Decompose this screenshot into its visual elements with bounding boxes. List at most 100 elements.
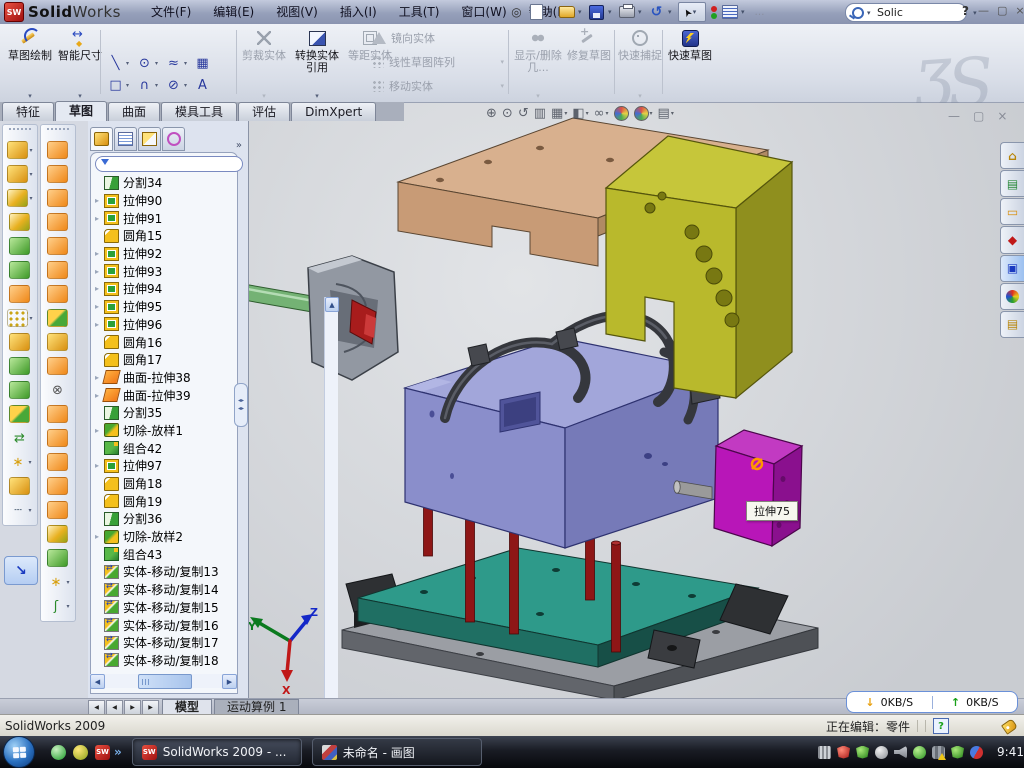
task-pane-tab-appearances-scenes[interactable] [1000, 283, 1024, 310]
apply-scene-button[interactable]: ▾ [634, 106, 653, 121]
tree-item[interactable]: ▸拉伸95 [92, 298, 232, 316]
move-copy-body-icon[interactable]: ⇄ [10, 430, 29, 446]
circle-tool[interactable]: ⊙ [135, 54, 154, 73]
tree-item[interactable]: ▸切除-放样1 [92, 422, 232, 440]
expand-arrow[interactable]: ▸ [95, 249, 104, 258]
draft-icon[interactable] [9, 381, 30, 399]
tree-item[interactable]: 分割36 [92, 510, 232, 528]
tab-特征[interactable]: 特征 [2, 102, 54, 121]
model-tab-运动算例 1[interactable]: 运动算例 1 [214, 699, 299, 715]
pattern-caret[interactable]: ▾ [500, 58, 504, 66]
tree-item[interactable]: ▸拉伸93 [92, 262, 232, 280]
surface-flatten-icon[interactable] [47, 309, 68, 327]
thicken-icon[interactable] [47, 501, 68, 519]
pin-icon[interactable]: ◎ [508, 4, 525, 21]
tree-item[interactable]: 实体-移动/复制16 [92, 616, 232, 634]
revolved-boss-base-icon[interactable] [7, 165, 28, 183]
dropdown-caret[interactable]: ▾ [155, 60, 163, 67]
tree-item[interactable]: ▸拉伸90 [92, 192, 232, 210]
expand-arrow[interactable]: ▸ [95, 461, 104, 470]
task-pane-tab-file-explorer[interactable] [1000, 198, 1024, 225]
delete-face-icon[interactable]: ⊗ [48, 382, 67, 398]
quick-snaps-button[interactable]: 快速捕捉▾ [618, 26, 662, 100]
extend-surface-icon[interactable] [47, 453, 68, 471]
task-pane-tab-solidworks-search[interactable] [1000, 226, 1024, 253]
doc-minimize-button[interactable]: — [948, 109, 960, 123]
mirror-feature-icon[interactable] [9, 477, 30, 495]
dome-icon[interactable] [47, 549, 68, 567]
tree-item[interactable]: 实体-移动/复制13 [92, 563, 232, 581]
boundary-surface-icon[interactable] [47, 213, 68, 231]
dropdown-caret[interactable]: ▾ [184, 82, 192, 89]
tree-item[interactable]: ▸拉伸91 [92, 209, 232, 227]
chamfer-icon[interactable] [9, 213, 30, 231]
tray-network-warning-icon[interactable] [932, 746, 945, 759]
tray-security-red-icon[interactable] [837, 746, 850, 759]
horizontal-scroll-thumb[interactable] [138, 674, 192, 689]
wrap-icon[interactable] [9, 405, 30, 423]
undo-caret[interactable]: ▾ [668, 8, 675, 16]
tab-scroll-next-button[interactable]: ▶ [124, 700, 141, 715]
sketch-button[interactable]: 草图绘制▾ [6, 26, 54, 100]
quick-tips-button[interactable]: ? [933, 718, 949, 734]
search-box[interactable]: ▾ Solic [845, 3, 967, 22]
ruled-surface-icon[interactable] [47, 189, 68, 207]
rectangle-tool[interactable]: □ [106, 76, 125, 95]
freeform-icon[interactable]: ∗ [46, 574, 65, 590]
print-button[interactable] [618, 4, 635, 21]
tray-volume-icon[interactable] [894, 746, 907, 759]
scroll-up-button[interactable]: ▲ [325, 297, 339, 312]
hide-show-items-button[interactable]: ∞▾ [594, 106, 609, 121]
tree-item[interactable]: ▸曲面-拉伸38 [92, 369, 232, 387]
tab-模具工具[interactable]: 模具工具 [161, 102, 237, 121]
spline-tool[interactable]: ≈ [164, 54, 183, 73]
mirror-entities-button[interactable]: 镜向实体 [372, 26, 504, 50]
linear-sketch-pattern-button[interactable]: 线性草图阵列▾ [372, 50, 504, 74]
move-caret[interactable]: ▾ [500, 82, 504, 90]
panel-tab-propertymanager[interactable] [114, 127, 137, 151]
start-button[interactable] [3, 736, 35, 768]
tree-item[interactable]: 圆角15 [92, 227, 232, 245]
tree-item[interactable]: 圆角19 [92, 492, 232, 510]
fillet-surface-icon[interactable] [47, 525, 68, 543]
knit-surface-icon[interactable] [47, 429, 68, 447]
trim-entities-button[interactable]: 剪裁实体▾ [242, 26, 286, 100]
dropdown-caret[interactable]: ▾ [155, 82, 163, 89]
options-caret[interactable]: ▾ [741, 8, 748, 16]
menu-item[interactable]: 编辑(E) [202, 0, 265, 24]
tags-icon[interactable] [1001, 718, 1018, 734]
tab-DimXpert[interactable]: DimXpert [291, 102, 376, 121]
line-tool[interactable]: ╲ [106, 54, 125, 73]
edit-appearance-button[interactable] [614, 106, 629, 121]
save-caret[interactable]: ▾ [608, 8, 615, 16]
revolved-surface-icon[interactable] [47, 165, 68, 183]
dropdown-caret[interactable]: ▾ [126, 82, 134, 89]
tree-item[interactable]: 分割35 [92, 404, 232, 422]
tab-评估[interactable]: 评估 [238, 102, 290, 121]
view-settings-button[interactable]: ▤▾ [658, 106, 674, 121]
open-caret[interactable]: ▾ [578, 8, 585, 16]
menu-item[interactable]: 视图(V) [265, 0, 329, 24]
rib-icon[interactable] [9, 333, 30, 351]
section-view-button[interactable]: ▥ [534, 106, 546, 121]
task-pane-tab-custom-properties[interactable] [1000, 311, 1024, 338]
model-3d-view[interactable]: Y Z X [248, 103, 1024, 698]
doc-close-button[interactable]: × [997, 109, 1007, 123]
scroll-left-button[interactable]: ◀ [90, 674, 105, 689]
view-orientation-button[interactable]: ▦▾ [551, 106, 567, 121]
tab-曲面[interactable]: 曲面 [108, 102, 160, 121]
graphics-area[interactable]: Y Z X ⊕⊙↺▥▦▾◧▾∞▾▾▤▾ — ▢ × 拉伸75 [248, 103, 1024, 698]
tree-item[interactable]: 组合42 [92, 439, 232, 457]
rapid-sketch-button[interactable]: 快速草图 [666, 26, 714, 100]
model-tab-模型[interactable]: 模型 [162, 699, 212, 715]
tree-item[interactable]: ▸切除-放样2 [92, 528, 232, 546]
shell-icon[interactable] [9, 357, 30, 375]
ellipse-tool[interactable]: ⊘ [164, 76, 183, 95]
search-scope-caret[interactable]: ▾ [867, 9, 874, 17]
scroll-right-button[interactable]: ▶ [222, 674, 237, 689]
task-pane-tab-design-library[interactable] [1000, 170, 1024, 197]
previous-view-button[interactable]: ↺ [518, 106, 529, 121]
tray-gear-check-icon[interactable] [875, 746, 888, 759]
part-slide-unit[interactable] [248, 256, 398, 380]
tree-horizontal-scrollbar[interactable]: ◀ ▶ [90, 674, 236, 688]
